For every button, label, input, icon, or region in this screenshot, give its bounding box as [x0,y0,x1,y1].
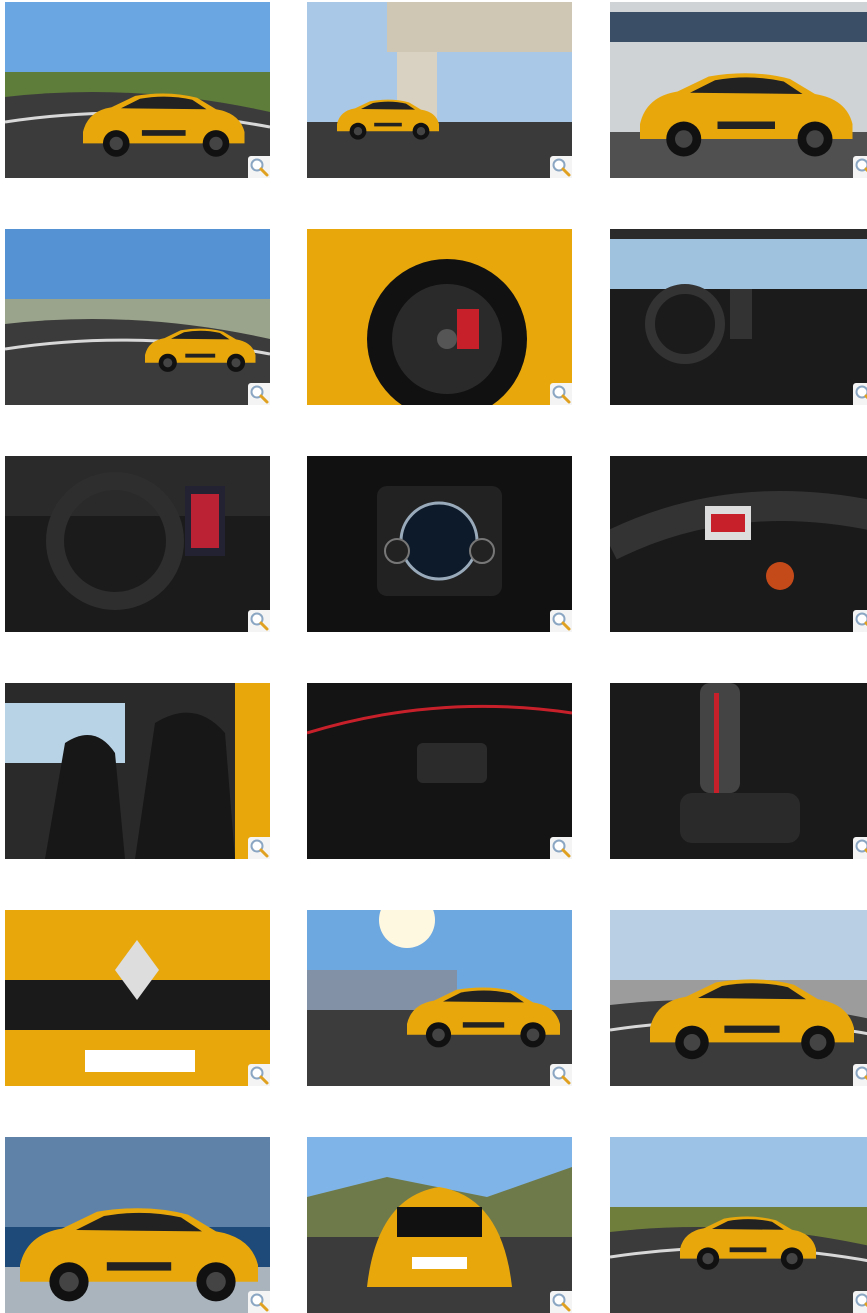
photo-door-panel [307,683,572,859]
gallery-thumbnail-door-panel[interactable] [307,683,572,859]
photo-front-grille [5,910,270,1086]
magnifier-icon[interactable] [853,1291,867,1313]
gallery-thumbnail-car-rear-track[interactable] [5,229,270,405]
gallery-thumbnail-instrument-cluster[interactable] [307,456,572,632]
gallery-thumbnail-front-grille[interactable] [5,910,270,1086]
magnifier-icon[interactable] [248,156,270,178]
gallery-thumbnail-car-rear-track-2[interactable] [610,1137,867,1313]
magnifier-icon[interactable] [248,383,270,405]
gallery-thumbnail-car-under-bridge[interactable] [307,2,572,178]
magnifier-icon[interactable] [853,837,867,859]
photo-front-seats [5,683,270,859]
photo-car-front-track [610,910,867,1086]
photo-car-rear-view [307,1137,572,1313]
photo-interior-dashboard [610,229,867,405]
gallery-thumbnail-car-rear-view[interactable] [307,1137,572,1313]
photo-wheel-closeup [307,229,572,405]
gallery-thumbnail-front-seats[interactable] [5,683,270,859]
magnifier-icon[interactable] [248,610,270,632]
magnifier-icon[interactable] [248,1064,270,1086]
photo-steering-wheel-screen [5,456,270,632]
magnifier-icon[interactable] [550,837,572,859]
photo-car-front-pits [5,1137,270,1313]
gallery-thumbnail-car-on-track[interactable] [5,2,270,178]
gallery-thumbnail-car-front-stands[interactable] [307,910,572,1086]
photo-gallery [0,0,867,1311]
photo-instrument-cluster [307,456,572,632]
photo-car-rear-track [5,229,270,405]
photo-car-rear-track-2 [610,1137,867,1313]
gallery-thumbnail-car-side-pitlane[interactable] [610,2,867,178]
magnifier-icon[interactable] [853,383,867,405]
magnifier-icon[interactable] [853,610,867,632]
magnifier-icon[interactable] [248,837,270,859]
photo-car-side-pitlane [610,2,867,178]
gallery-thumbnail-car-front-track[interactable] [610,910,867,1086]
magnifier-icon[interactable] [853,156,867,178]
magnifier-icon[interactable] [853,1064,867,1086]
photo-car-under-bridge [307,2,572,178]
magnifier-icon[interactable] [248,1291,270,1313]
magnifier-icon[interactable] [550,383,572,405]
gallery-thumbnail-car-front-pits[interactable] [5,1137,270,1313]
gallery-thumbnail-gear-shifter[interactable] [610,683,867,859]
photo-steering-rs-badge [610,456,867,632]
photo-car-front-stands [307,910,572,1086]
magnifier-icon[interactable] [550,1064,572,1086]
magnifier-icon[interactable] [550,1291,572,1313]
photo-gear-shifter [610,683,867,859]
photo-car-on-track [5,2,270,178]
magnifier-icon[interactable] [550,156,572,178]
gallery-thumbnail-steering-rs-badge[interactable] [610,456,867,632]
gallery-thumbnail-steering-wheel-screen[interactable] [5,456,270,632]
gallery-thumbnail-wheel-closeup[interactable] [307,229,572,405]
gallery-thumbnail-interior-dashboard[interactable] [610,229,867,405]
magnifier-icon[interactable] [550,610,572,632]
